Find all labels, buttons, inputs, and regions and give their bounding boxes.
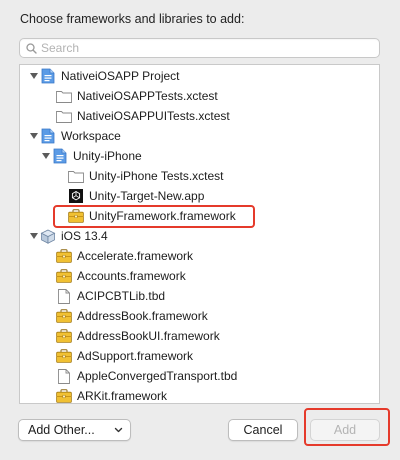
tree-group-label: Unity-iPhone <box>73 149 142 163</box>
add-other-label: Add Other... <box>28 423 95 437</box>
tree-item[interactable]: Accounts.framework <box>20 266 379 286</box>
search-input[interactable] <box>41 41 361 55</box>
folder-icon <box>56 108 72 124</box>
framework-icon <box>56 308 72 324</box>
annotation-highlight-unityframework <box>53 205 255 228</box>
tree-group-workspace[interactable]: Workspace <box>20 126 379 146</box>
folder-icon <box>56 88 72 104</box>
tree-item-label: Accelerate.framework <box>77 249 194 263</box>
framework-icon <box>56 328 72 344</box>
tree-group-ios-sdk[interactable]: iOS 13.4 <box>20 226 379 246</box>
workspace-icon <box>40 128 56 144</box>
tree-item-label: AdSupport.framework <box>77 349 194 363</box>
tree-item[interactable]: Unity-Target-New.app <box>20 186 379 206</box>
tree-item-label: NativeiOSAPPUITests.xctest <box>77 109 230 123</box>
tree-item-label: ARKit.framework <box>77 389 168 403</box>
tree-item[interactable]: Accelerate.framework <box>20 246 379 266</box>
chevron-down-icon <box>114 427 123 433</box>
tree-item-label: ACIPCBTLib.tbd <box>77 289 166 303</box>
tree-group-project[interactable]: NativeiOSAPP Project <box>20 66 379 86</box>
document-icon <box>56 368 72 384</box>
folder-icon <box>68 168 84 184</box>
tree-item-label: Unity-iPhone Tests.xctest <box>89 169 224 183</box>
disclosure-triangle-icon[interactable] <box>40 150 52 162</box>
framework-icon <box>56 388 72 403</box>
tree-item[interactable]: ACIPCBTLib.tbd <box>20 286 379 306</box>
tree-item-label: Unity-Target-New.app <box>89 189 205 203</box>
tree-group-label: NativeiOSAPP Project <box>61 69 180 83</box>
xcode-project-icon <box>40 68 56 84</box>
cancel-button[interactable]: Cancel <box>228 419 298 441</box>
tree-item-label: AddressBookUI.framework <box>77 329 220 343</box>
framework-tree[interactable]: NativeiOSAPP Project NativeiOSAPPTests.x… <box>19 64 380 404</box>
disclosure-triangle-icon[interactable] <box>28 70 40 82</box>
tree-item[interactable]: NativeiOSAPPTests.xctest <box>20 86 379 106</box>
unity-app-icon <box>68 188 84 204</box>
framework-icon <box>56 248 72 264</box>
tree-item[interactable]: AddressBook.framework <box>20 306 379 326</box>
tree-item[interactable]: ARKit.framework <box>20 386 379 403</box>
disclosure-triangle-icon[interactable] <box>28 230 40 242</box>
tree-item-label: AddressBook.framework <box>77 309 208 323</box>
sdk-icon <box>40 228 56 244</box>
tree-group-unity-iphone[interactable]: Unity-iPhone <box>20 146 379 166</box>
tree-item-label: NativeiOSAPPTests.xctest <box>77 89 218 103</box>
tree-item[interactable]: AdSupport.framework <box>20 346 379 366</box>
search-field[interactable] <box>19 38 380 58</box>
framework-icon <box>56 268 72 284</box>
tree-group-label: Workspace <box>61 129 121 143</box>
add-other-button[interactable]: Add Other... <box>18 419 131 441</box>
disclosure-triangle-icon[interactable] <box>28 130 40 142</box>
tree-item-label: Accounts.framework <box>77 269 186 283</box>
tree-item[interactable]: AppleConvergedTransport.tbd <box>20 366 379 386</box>
document-icon <box>56 288 72 304</box>
search-icon <box>26 42 37 54</box>
dialog-heading: Choose frameworks and libraries to add: <box>20 12 245 26</box>
tree-item[interactable]: NativeiOSAPPUITests.xctest <box>20 106 379 126</box>
tree-item-label: AppleConvergedTransport.tbd <box>77 369 238 383</box>
tree-item[interactable]: Unity-iPhone Tests.xctest <box>20 166 379 186</box>
tree-item[interactable]: AddressBookUI.framework <box>20 326 379 346</box>
tree-group-label: iOS 13.4 <box>61 229 108 243</box>
annotation-highlight-add-button <box>304 408 390 446</box>
xcode-project-icon <box>52 148 68 164</box>
framework-icon <box>56 348 72 364</box>
